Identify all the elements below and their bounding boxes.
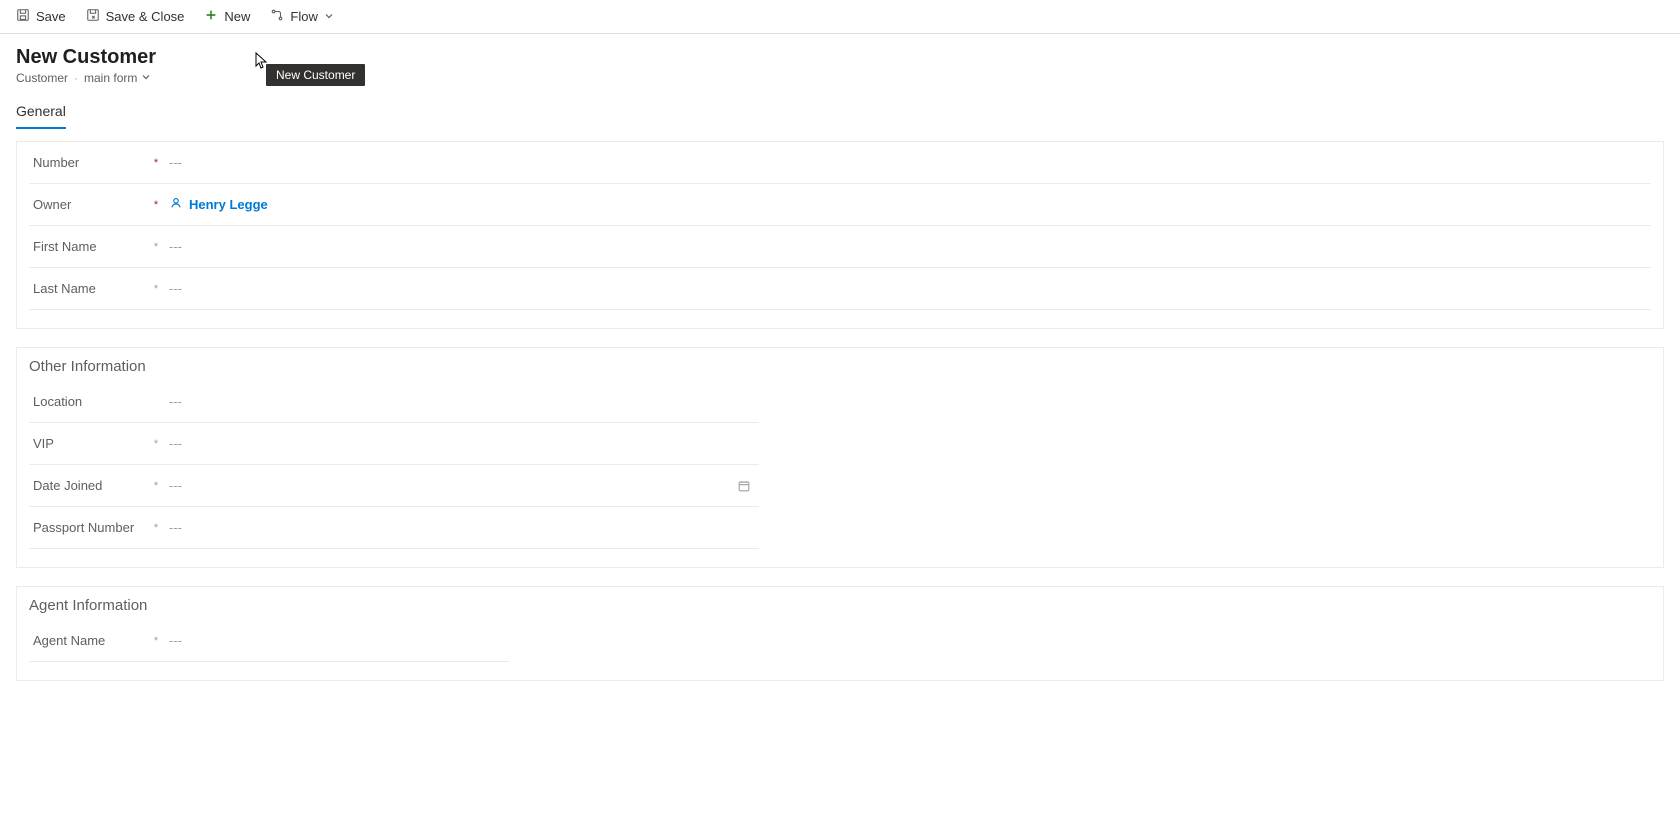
field-label: Date Joined [29,478,149,493]
save-close-button[interactable]: Save & Close [76,1,195,33]
chevron-down-icon [141,71,151,85]
calendar-icon[interactable] [729,479,759,493]
field-label: Number [29,155,149,170]
new-label: New [224,9,250,24]
save-label: Save [36,9,66,24]
required-indicator: * [149,522,163,534]
save-icon [16,8,30,25]
owner-name: Henry Legge [189,197,268,212]
section-general: Number * --- Owner * Henry Legge First N… [16,141,1664,329]
title-tooltip: New Customer [266,64,365,86]
field-date-joined[interactable]: Date Joined * --- [29,465,759,507]
save-close-label: Save & Close [106,9,185,24]
field-location[interactable]: Location --- [29,381,759,423]
field-label: Owner [29,197,149,212]
field-label: Passport Number [29,520,149,535]
field-label: VIP [29,436,149,451]
field-value[interactable]: --- [163,239,1651,254]
chevron-down-icon [324,9,334,24]
tab-general[interactable]: General [16,99,66,129]
plus-icon [204,8,218,25]
field-label: Location [29,394,149,409]
field-value[interactable]: --- [163,436,759,451]
form-selector[interactable]: main form [84,71,151,85]
section-agent-information: Agent Information Agent Name * --- [16,586,1664,681]
form-content: Number * --- Owner * Henry Legge First N… [0,129,1680,711]
field-agent-name[interactable]: Agent Name * --- [29,620,509,662]
required-indicator: * [149,635,163,647]
section-title: Agent Information [17,587,1663,620]
required-indicator: * [149,283,163,295]
owner-lookup-value[interactable]: Henry Legge [163,196,1651,213]
required-indicator: * [149,157,163,169]
field-label: First Name [29,239,149,254]
flow-label: Flow [290,9,317,24]
save-button[interactable]: Save [6,1,76,33]
required-indicator: * [149,438,163,450]
tab-list: General [0,85,1680,129]
command-bar: Save Save & Close New Flow [0,0,1680,34]
field-vip[interactable]: VIP * --- [29,423,759,465]
field-owner[interactable]: Owner * Henry Legge [29,184,1651,226]
field-first-name[interactable]: First Name * --- [29,226,1651,268]
flow-button[interactable]: Flow [260,1,343,33]
section-title: Other Information [17,348,1663,381]
field-value[interactable]: --- [163,633,509,648]
separator-dot: · [74,71,78,85]
required-indicator: * [149,199,163,211]
field-value[interactable]: --- [163,155,1651,170]
form-name-label: main form [84,71,137,85]
field-value[interactable]: --- [163,520,759,535]
field-value[interactable]: --- [163,394,759,409]
field-passport-number[interactable]: Passport Number * --- [29,507,759,549]
field-number[interactable]: Number * --- [29,142,1651,184]
new-button[interactable]: New [194,1,260,33]
flow-icon [270,8,284,25]
required-indicator: * [149,480,163,492]
field-last-name[interactable]: Last Name * --- [29,268,1651,310]
required-indicator: * [149,241,163,253]
person-icon [169,196,183,213]
form-header: New Customer Customer · main form New Cu… [0,34,1680,85]
entity-name: Customer [16,71,68,85]
field-label: Agent Name [29,633,149,648]
section-other-information: Other Information Location --- VIP * ---… [16,347,1664,568]
save-close-icon [86,8,100,25]
field-value[interactable]: --- [163,478,729,493]
field-value[interactable]: --- [163,281,1651,296]
field-label: Last Name [29,281,149,296]
